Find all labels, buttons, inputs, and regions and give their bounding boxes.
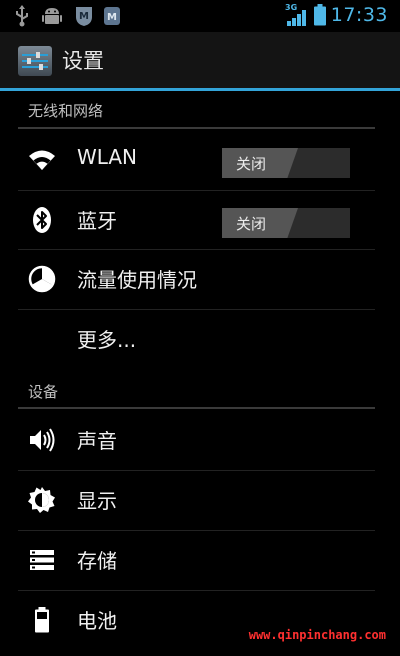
android-debug-icon xyxy=(42,8,62,24)
settings-item-storage[interactable]: 存储 xyxy=(18,531,375,589)
settings-item-sound[interactable]: 声音 xyxy=(18,411,375,469)
settings-item-more[interactable]: 更多... xyxy=(18,310,375,368)
settings-item-label: 存储 xyxy=(77,549,117,573)
section-header-wireless: 无线和网络 xyxy=(28,102,104,120)
volume-icon xyxy=(30,428,55,452)
settings-item-label: 蓝牙 xyxy=(77,209,117,233)
toggle-state-label: 关闭 xyxy=(236,155,267,173)
status-bar: M M 3G 17:33 xyxy=(0,0,400,32)
toggle-state-label: 关闭 xyxy=(236,215,267,233)
settings-item-data-usage[interactable]: 流量使用情况 xyxy=(18,250,375,308)
app-notification-icon: M xyxy=(76,7,92,26)
storage-icon xyxy=(30,550,54,570)
settings-item-label: 更多... xyxy=(77,328,137,352)
wifi-icon xyxy=(29,150,55,170)
svg-text:M: M xyxy=(79,11,89,22)
signal-icon xyxy=(287,10,306,26)
watermark: www.qinpinchang.com xyxy=(248,628,386,642)
status-time: 17:33 xyxy=(330,4,388,26)
section-divider xyxy=(18,407,375,409)
action-bar-divider xyxy=(0,88,400,91)
settings-sliders-icon[interactable] xyxy=(18,46,52,76)
battery-icon xyxy=(35,607,49,633)
settings-item-label: 显示 xyxy=(77,489,117,513)
data-usage-icon xyxy=(28,265,56,293)
settings-item-label: 流量使用情况 xyxy=(77,268,197,292)
settings-item-label: 声音 xyxy=(77,429,117,453)
settings-item-display[interactable]: 显示 xyxy=(18,471,375,529)
section-divider xyxy=(18,127,375,129)
action-bar: 设置 xyxy=(0,32,400,88)
usb-icon xyxy=(16,5,28,27)
battery-icon xyxy=(314,4,326,26)
settings-item-label: WLAN xyxy=(77,145,138,169)
wlan-toggle[interactable]: 关闭 xyxy=(222,148,350,178)
svg-text:M: M xyxy=(107,12,117,23)
settings-item-wlan[interactable]: WLAN 关闭 xyxy=(18,131,375,189)
settings-item-label: 电池 xyxy=(77,609,117,633)
bluetooth-toggle[interactable]: 关闭 xyxy=(222,208,350,238)
brightness-icon xyxy=(28,487,55,513)
page-title: 设置 xyxy=(62,49,104,73)
section-header-device: 设备 xyxy=(28,383,59,401)
app-notification-icon: M xyxy=(104,7,120,25)
bluetooth-icon xyxy=(33,207,51,233)
settings-item-bluetooth[interactable]: 蓝牙 关闭 xyxy=(18,191,375,249)
